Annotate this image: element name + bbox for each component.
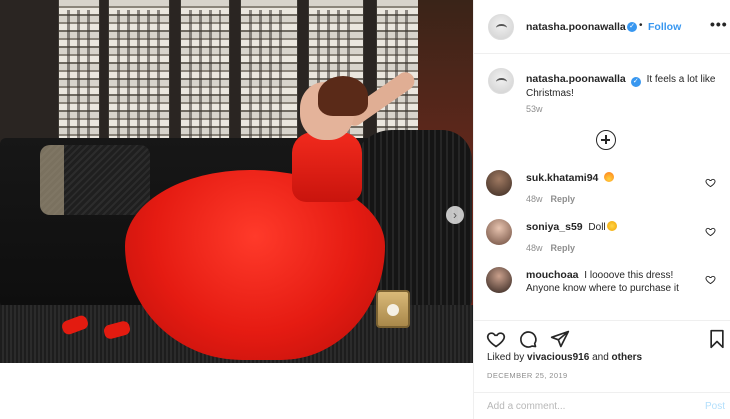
photo-handbag <box>376 290 410 328</box>
likes-joiner: and <box>592 352 609 363</box>
photo-wall-panel <box>240 0 298 150</box>
comment-body: mouchoaa I loooove this dress! Anyone kn… <box>526 269 701 295</box>
comment-avatar[interactable] <box>486 219 512 245</box>
follow-button[interactable]: Follow <box>648 21 681 33</box>
heart-icon[interactable] <box>705 274 716 285</box>
photo-bodice <box>292 132 362 202</box>
post-comment-button[interactable]: Post <box>705 401 725 412</box>
add-comment-bar: Post <box>474 392 730 419</box>
comment-body: suk.khatami94 <box>526 172 701 185</box>
comment-username[interactable]: mouchoaa <box>526 269 579 281</box>
photo-wall-panel <box>180 0 230 150</box>
instagram-post-modal: › natasha.poonawalla ✓ • Follow ••• nata… <box>0 0 730 419</box>
comment-avatar[interactable] <box>486 170 512 196</box>
comment-body: soniya_s59 Doll <box>526 221 701 234</box>
reply-button[interactable]: Reply <box>551 194 576 204</box>
caption-avatar[interactable] <box>488 68 514 94</box>
likes-others[interactable]: others <box>612 352 643 363</box>
likes-user[interactable]: vivacious916 <box>527 352 589 363</box>
likes-summary: Liked by vivacious916 and others <box>487 352 642 363</box>
likes-prefix: Liked by <box>487 352 525 363</box>
bookmark-icon[interactable] <box>707 329 727 349</box>
comment-age: 48w <box>526 194 543 204</box>
author-username[interactable]: natasha.poonawalla <box>526 21 626 33</box>
author-avatar[interactable] <box>488 14 514 40</box>
heart-icon[interactable] <box>486 329 506 349</box>
comment-age: 48w <box>526 243 543 253</box>
heart-icon[interactable] <box>705 226 716 237</box>
caption-username[interactable]: natasha.poonawalla <box>526 73 626 85</box>
share-icon[interactable] <box>550 329 570 349</box>
caption-text: natasha.poonawalla ✓ It feels a lot like … <box>526 72 716 101</box>
comment-username[interactable]: soniya_s59 <box>526 221 583 233</box>
chevron-right-icon: › <box>453 208 457 222</box>
post-actions <box>474 320 730 354</box>
photo-wall-panel <box>58 0 100 150</box>
add-circle-icon[interactable] <box>596 130 616 150</box>
heart-eyes-emoji-icon <box>606 221 617 231</box>
photo-hair <box>318 76 368 116</box>
comment-icon[interactable] <box>518 329 538 349</box>
post-sidebar: natasha.poonawalla ✓ • Follow ••• natash… <box>473 0 730 419</box>
header-separator: • <box>639 20 643 31</box>
post-date: DECEMBER 25, 2019 <box>487 371 568 380</box>
fire-emoji-icon <box>604 172 615 182</box>
comment-input[interactable] <box>487 401 687 412</box>
next-photo-button[interactable]: › <box>446 206 464 224</box>
post-header: natasha.poonawalla ✓ • Follow ••• <box>474 0 730 54</box>
post-photo[interactable]: › <box>0 0 473 363</box>
comment-avatar[interactable] <box>486 267 512 293</box>
photo-pillow-trim <box>40 145 64 215</box>
verified-icon: ✓ <box>627 22 637 32</box>
comment-meta: 48w Reply <box>526 194 575 204</box>
more-options-icon[interactable]: ••• <box>710 16 728 32</box>
verified-icon: ✓ <box>630 77 641 87</box>
caption-age: 53w <box>526 104 543 114</box>
comment-username[interactable]: suk.khatami94 <box>526 172 598 184</box>
reply-button[interactable]: Reply <box>551 243 576 253</box>
comment-text: Doll <box>588 222 606 233</box>
comment-meta: 48w Reply <box>526 243 575 253</box>
heart-icon[interactable] <box>705 177 716 188</box>
photo-wall-panel <box>108 0 170 150</box>
